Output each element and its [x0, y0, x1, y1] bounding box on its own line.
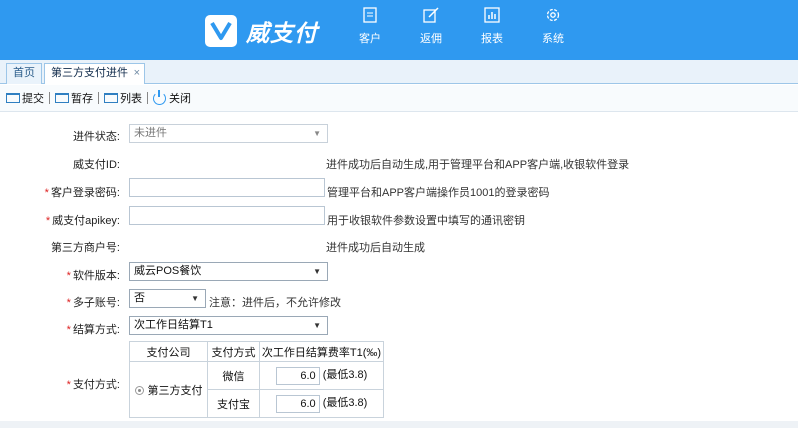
brand-logo: 威支付 — [205, 14, 318, 48]
login-password-label: * 客户登录密码: — [44, 187, 120, 199]
settlement-label: * 结算方式: — [66, 324, 120, 336]
settlement-select[interactable]: 次工作日结算T1 ▼ — [129, 316, 328, 335]
close-label: 关闭 — [169, 93, 191, 105]
table-row: 第三方支付 微信 6.0 (最低3.8) — [129, 361, 384, 418]
divider — [49, 92, 50, 104]
list-label: 列表 — [120, 93, 142, 105]
gear-icon — [545, 7, 561, 26]
sub-accounts-label: * 多子账号: — [66, 297, 120, 309]
nav-label: 系统 — [542, 33, 564, 45]
software-version-select[interactable]: 威云POS餐饮 ▼ — [129, 262, 328, 281]
wechat-min-note: (最低3.8) — [322, 369, 368, 382]
tab-label: 第三方支付进件 — [51, 67, 128, 79]
divider — [147, 92, 148, 104]
list-button[interactable]: 列表 — [104, 90, 142, 106]
draft-label: 暂存 — [71, 93, 93, 105]
pay-id-field — [129, 151, 324, 170]
submit-label: 提交 — [22, 93, 44, 105]
payment-method-label: * 支付方式: — [66, 379, 120, 391]
software-version-label: * 软件版本: — [66, 270, 120, 282]
folder-icon — [55, 93, 69, 103]
company-cell[interactable]: 第三方支付 — [129, 361, 208, 418]
folder-icon — [6, 93, 20, 103]
tab-strip: 首页 第三方支付进件 × — [0, 60, 798, 84]
alipay-rate-input[interactable]: 6.0 — [275, 394, 320, 413]
sub-accounts-value: 否 — [134, 292, 145, 304]
chart-icon — [484, 7, 500, 26]
toolbar: 提交 暂存 列表 关闭 — [0, 85, 798, 112]
login-password-hint: 管理平台和APP客户端操作员1001的登录密码 — [327, 187, 550, 199]
nav-label: 客户 — [359, 33, 381, 45]
column-header: 次工作日结算费率T1(‰) — [259, 341, 384, 362]
nav-label: 返佣 — [420, 33, 442, 45]
nav-customers[interactable]: 客户 — [350, 7, 390, 46]
pay-id-hint: 进件成功后自动生成,用于管理平台和APP客户端,收银软件登录 — [326, 159, 630, 171]
nav-reports[interactable]: 报表 — [472, 7, 512, 46]
logo-text: 威支付 — [246, 20, 318, 46]
logo-mark-icon — [205, 15, 237, 47]
submit-button[interactable]: 提交 — [6, 90, 44, 106]
payment-method-table: 支付公司 支付方式 次工作日结算费率T1(‰) 第三方支付 微信 6.0 (最低… — [129, 341, 384, 418]
sub-accounts-hint: 注意：进件后，不允许修改 — [209, 297, 341, 309]
company-radio[interactable] — [134, 386, 144, 396]
wechat-rate-input[interactable]: 6.0 — [275, 366, 320, 385]
close-button[interactable]: 关闭 — [153, 89, 191, 106]
chevron-down-icon: ▼ — [313, 321, 321, 330]
tab-home[interactable]: 首页 — [6, 63, 42, 84]
software-version-value: 威云POS餐饮 — [134, 265, 202, 277]
merchant-no-hint: 进件成功后自动生成 — [326, 242, 425, 254]
merchant-no-label: 第三方商户号: — [50, 242, 120, 254]
save-draft-button[interactable]: 暂存 — [55, 90, 93, 106]
alipay-min-note: (最低3.8) — [322, 397, 368, 410]
method-cell: 支付宝 — [207, 389, 260, 418]
apikey-hint: 用于收银软件参数设置中填写的通讯密钥 — [327, 215, 525, 227]
pay-id-label: 威支付ID: — [72, 159, 120, 171]
apikey-input[interactable] — [129, 206, 325, 225]
chevron-down-icon: ▼ — [313, 129, 321, 138]
edit-icon — [423, 7, 439, 26]
status-select: 未进件 ▼ — [129, 124, 328, 143]
status-value: 未进件 — [134, 127, 167, 139]
divider — [98, 92, 99, 104]
rate-cell: 6.0 (最低3.8) — [259, 389, 384, 418]
tab-third-party-onboarding[interactable]: 第三方支付进件 × — [44, 63, 145, 84]
chevron-down-icon: ▼ — [191, 294, 199, 303]
status-label: 进件状态: — [72, 131, 120, 143]
settlement-value: 次工作日结算T1 — [134, 319, 213, 331]
folder-icon — [104, 93, 118, 103]
power-icon — [153, 89, 166, 105]
nav-label: 报表 — [481, 33, 503, 45]
merchant-no-field — [129, 234, 324, 253]
chevron-down-icon: ▼ — [313, 267, 321, 276]
table-header-row: 支付公司 支付方式 次工作日结算费率T1(‰) — [129, 341, 384, 362]
document-icon — [363, 7, 377, 26]
bottom-border — [0, 421, 798, 428]
column-header: 支付公司 — [129, 341, 208, 362]
nav-commission[interactable]: 返佣 — [411, 7, 451, 46]
tab-close-icon[interactable]: × — [134, 64, 140, 83]
nav-system[interactable]: 系统 — [533, 7, 573, 46]
sub-accounts-select[interactable]: 否 ▼ — [129, 289, 206, 308]
login-password-input[interactable] — [129, 178, 325, 197]
company-label: 第三方支付 — [147, 384, 203, 397]
column-header: 支付方式 — [207, 341, 260, 362]
rate-cell: 6.0 (最低3.8) — [259, 361, 384, 390]
method-cell: 微信 — [207, 361, 260, 390]
top-header: 威支付 客户 返佣 报表 系统 — [0, 0, 798, 60]
apikey-label: * 威支付apikey: — [45, 215, 120, 227]
